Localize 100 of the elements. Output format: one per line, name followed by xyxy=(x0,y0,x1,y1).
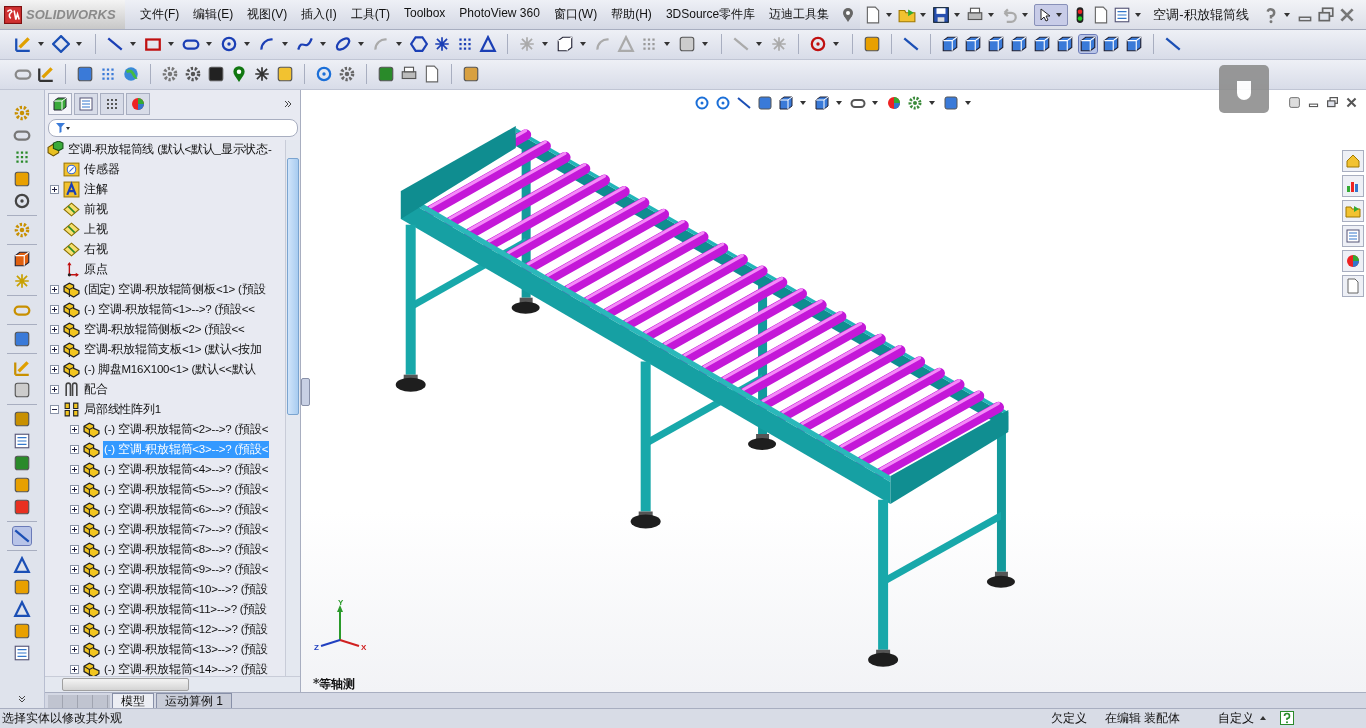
caret-icon[interactable] xyxy=(320,42,326,47)
tree-item[interactable]: 传感器 xyxy=(83,161,121,179)
save-icon[interactable] xyxy=(932,5,951,24)
caret-icon[interactable] xyxy=(965,100,971,105)
splitter-handle[interactable] xyxy=(301,377,310,406)
menu-item[interactable]: 文件(F) xyxy=(133,6,187,23)
restore-icon[interactable] xyxy=(1326,95,1339,109)
table-icon[interactable] xyxy=(13,431,31,450)
tree-item[interactable]: (-) 空调-积放辊筒<12>-->? (預設 xyxy=(103,621,269,639)
caret-icon[interactable] xyxy=(244,42,250,47)
tree-item[interactable]: 右视 xyxy=(83,241,109,259)
tree-item[interactable]: 上视 xyxy=(83,221,109,239)
property-tab[interactable] xyxy=(74,92,98,115)
menu-item[interactable]: 工具(T) xyxy=(343,6,397,23)
expand-icon[interactable] xyxy=(50,185,59,195)
pie-icon[interactable] xyxy=(1345,252,1361,269)
triangle-icon[interactable] xyxy=(479,35,497,54)
expand-icon[interactable] xyxy=(50,285,59,295)
expand-icon[interactable] xyxy=(70,425,79,435)
tree-item[interactable]: (-) 空调-积放辊筒<4>-->? (預設< xyxy=(103,461,270,479)
cube-icon[interactable] xyxy=(987,35,1005,54)
tree-item[interactable]: (-) 空调-积放辊筒<6>-->? (預設< xyxy=(103,501,270,519)
target-icon[interactable] xyxy=(809,35,827,54)
cube-icon[interactable] xyxy=(778,94,794,111)
caret-icon[interactable] xyxy=(886,12,893,17)
caret-icon[interactable] xyxy=(1135,12,1142,17)
caret-icon[interactable] xyxy=(542,42,548,47)
ellipse-icon[interactable] xyxy=(334,35,352,54)
document-icon[interactable] xyxy=(1345,277,1361,294)
cube-icon[interactable] xyxy=(1102,35,1120,54)
tree-item[interactable]: (-) 空调-积放辊筒<14>-->? (預設 xyxy=(103,661,269,676)
menu-item[interactable]: 视图(V) xyxy=(240,6,295,23)
chevron-right-icon[interactable] xyxy=(283,98,293,109)
menu-item[interactable]: 3DSource零件库 xyxy=(658,6,763,23)
caret-icon[interactable] xyxy=(836,100,842,105)
globe-icon[interactable] xyxy=(122,65,140,84)
caret-icon[interactable] xyxy=(130,42,136,47)
expand-icon[interactable] xyxy=(70,525,79,535)
tree-item[interactable]: 注解 xyxy=(83,181,109,199)
sphere-icon[interactable] xyxy=(886,94,902,111)
collapse-icon[interactable] xyxy=(50,405,59,415)
caret-icon[interactable] xyxy=(664,42,670,47)
tree-item[interactable]: (-) 空调-积放辊筒<11>-->? (預設 xyxy=(103,601,269,619)
caret-icon[interactable] xyxy=(76,42,82,47)
sketch-icon[interactable] xyxy=(14,35,32,54)
help-icon[interactable] xyxy=(1280,711,1294,726)
tree-item[interactable]: (-) 空调-积放辊筒<9>-->? (預設< xyxy=(103,561,270,579)
rectangle-icon[interactable] xyxy=(144,35,162,54)
tree-item[interactable]: (-) 空调-积放辊筒<2>-->? (預設< xyxy=(103,421,270,439)
horizontal-scrollbar[interactable] xyxy=(45,675,300,692)
expand-icon[interactable] xyxy=(70,585,79,595)
home-icon[interactable] xyxy=(1345,152,1361,169)
expand-icon[interactable] xyxy=(70,625,79,635)
appearance-tab[interactable] xyxy=(126,92,150,115)
gear-icon[interactable] xyxy=(161,65,179,84)
expand-icon[interactable] xyxy=(50,325,59,335)
expand-icon[interactable] xyxy=(70,505,79,515)
expand-icon[interactable] xyxy=(50,345,59,355)
caret-icon[interactable] xyxy=(282,42,288,47)
tree-item[interactable]: (固定) 空调-积放辊筒侧板<1> (預設 xyxy=(83,281,267,299)
cube-icon[interactable] xyxy=(13,249,31,268)
caret-icon[interactable] xyxy=(800,100,806,105)
scrollbar[interactable] xyxy=(285,139,300,676)
caret-icon[interactable] xyxy=(38,42,44,47)
expand-icon[interactable] xyxy=(70,605,79,615)
caret-icon[interactable] xyxy=(358,42,364,47)
menu-item[interactable]: PhotoView 360 xyxy=(452,6,547,23)
caret-icon[interactable] xyxy=(206,42,212,47)
expand-icon[interactable] xyxy=(70,565,79,575)
close-icon[interactable] xyxy=(1345,95,1358,109)
tab[interactable]: 运动算例 1 xyxy=(156,692,232,708)
caret-icon[interactable] xyxy=(929,100,935,105)
expand-icon[interactable] xyxy=(50,365,59,375)
restore-icon[interactable] xyxy=(1316,5,1335,24)
tab[interactable]: 模型 xyxy=(112,692,154,708)
expand-icon[interactable] xyxy=(70,545,79,555)
filter-field[interactable] xyxy=(48,118,298,137)
menu-item[interactable]: 编辑(E) xyxy=(186,6,241,23)
hexagon-icon[interactable] xyxy=(410,35,428,54)
caret-icon[interactable] xyxy=(1022,12,1029,17)
caret-icon[interactable] xyxy=(168,42,174,47)
expand-icon[interactable] xyxy=(70,665,79,675)
tree-item[interactable]: 空调-积放辊筒支板<1> (默认<按加 xyxy=(83,341,263,359)
cube-icon[interactable] xyxy=(556,35,574,54)
caret-icon[interactable] xyxy=(872,100,878,105)
tree-item[interactable]: 空调-积放辊筒侧板<2> (預設<< xyxy=(83,321,246,339)
cube-icon[interactable] xyxy=(1079,35,1097,54)
units-selector[interactable]: 自定义 xyxy=(1218,709,1254,727)
cube-icon[interactable] xyxy=(1010,35,1028,54)
caret-icon[interactable] xyxy=(920,12,927,17)
expand-icon[interactable] xyxy=(70,465,79,475)
tree-item[interactable]: 局部线性阵列1 xyxy=(83,401,162,419)
caret-icon[interactable] xyxy=(954,12,961,17)
menu-item[interactable]: Toolbox xyxy=(397,6,453,23)
tree-item[interactable]: (-) 空调-积放辊筒<1>-->? (預設<< xyxy=(83,301,256,319)
cube-icon[interactable] xyxy=(1056,35,1074,54)
caret-icon[interactable] xyxy=(1283,12,1290,17)
caret-icon[interactable] xyxy=(580,42,586,47)
caret-icon[interactable] xyxy=(988,12,995,17)
cube-icon[interactable] xyxy=(1033,35,1051,54)
